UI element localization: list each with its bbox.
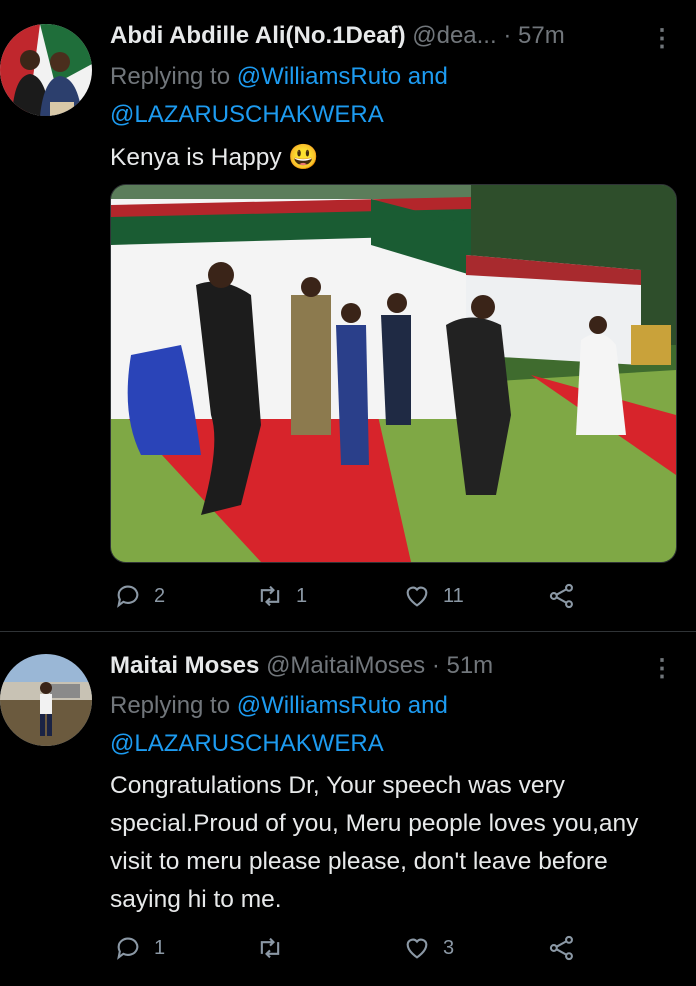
tweet-1[interactable]: Abdi Abdille Ali(No.1Deaf) @dea... · 57m… <box>0 0 696 632</box>
retweet-count: 1 <box>296 584 308 607</box>
reply-count: 2 <box>154 584 166 607</box>
tweet-actions: 2 1 11 <box>110 582 580 612</box>
more-icon[interactable]: ⋮ <box>650 24 674 53</box>
heart-icon <box>406 586 428 607</box>
tweet-actions: 1 3 <box>110 934 580 964</box>
author-name[interactable]: Maitai Moses <box>110 652 259 679</box>
author-handle[interactable]: @dea... <box>412 22 496 49</box>
reply-count: 1 <box>154 936 166 959</box>
tweet-header: Maitai Moses @MaitaiMoses · 51m ⋮ <box>110 652 674 683</box>
retweet-icon <box>260 585 280 607</box>
author-name[interactable]: Abdi Abdille Ali(No.1Deaf) <box>110 22 406 49</box>
avatar-photo <box>0 654 92 746</box>
like-count: 3 <box>443 936 455 959</box>
timestamp[interactable]: 51m <box>446 652 493 679</box>
mention-link[interactable]: @LAZARUSCHAKWERA <box>110 101 384 128</box>
separator-dot: · <box>431 652 440 679</box>
share-icon <box>549 583 573 609</box>
reply-button[interactable]: 1 <box>114 934 165 962</box>
mention-link[interactable]: @LAZARUSCHAKWERA <box>110 730 384 757</box>
tweet-text: Kenya is Happy 😃 <box>110 139 666 177</box>
retweet-icon <box>260 937 280 959</box>
tweet-2[interactable]: Maitai Moses @MaitaiMoses · 51m ⋮ Replyi… <box>0 633 696 986</box>
tweet-divider <box>0 631 696 632</box>
mention-link[interactable]: @WilliamsRuto and <box>237 63 448 90</box>
replying-to: Replying to @WilliamsRuto and @LAZARUSCH… <box>110 687 672 763</box>
tweet-text-content: Kenya is Happy <box>110 144 282 171</box>
reply-icon <box>117 585 139 608</box>
like-button[interactable]: 11 <box>403 582 464 610</box>
replying-prefix: Replying to <box>110 692 231 719</box>
share-button[interactable] <box>548 934 576 962</box>
avatar[interactable] <box>0 654 92 746</box>
like-button[interactable]: 3 <box>403 934 454 962</box>
tweet-header: Abdi Abdille Ali(No.1Deaf) @dea... · 57m… <box>110 22 674 53</box>
event-photo <box>111 185 676 562</box>
retweet-button[interactable]: 1 <box>256 582 307 610</box>
reply-button[interactable]: 2 <box>114 582 165 610</box>
replying-to: Replying to @WilliamsRuto and @LAZARUSCH… <box>110 58 672 134</box>
retweet-button[interactable] <box>256 934 296 962</box>
share-icon <box>549 935 573 961</box>
share-button[interactable] <box>548 582 576 610</box>
heart-icon <box>406 938 428 959</box>
grinning-emoji: 😃 <box>288 144 319 171</box>
avatar-photo <box>0 24 92 116</box>
tweet-photo[interactable] <box>110 184 677 563</box>
avatar[interactable] <box>0 24 92 116</box>
like-count: 11 <box>443 584 464 607</box>
more-icon[interactable]: ⋮ <box>650 654 674 683</box>
timestamp[interactable]: 57m <box>518 22 565 49</box>
reply-icon <box>117 937 139 960</box>
separator-dot: · <box>503 22 512 49</box>
mention-link[interactable]: @WilliamsRuto and <box>237 692 448 719</box>
author-handle[interactable]: @MaitaiMoses <box>266 652 425 679</box>
tweet-text: Congratulations Dr, Your speech was very… <box>110 772 639 913</box>
replying-prefix: Replying to <box>110 63 231 90</box>
